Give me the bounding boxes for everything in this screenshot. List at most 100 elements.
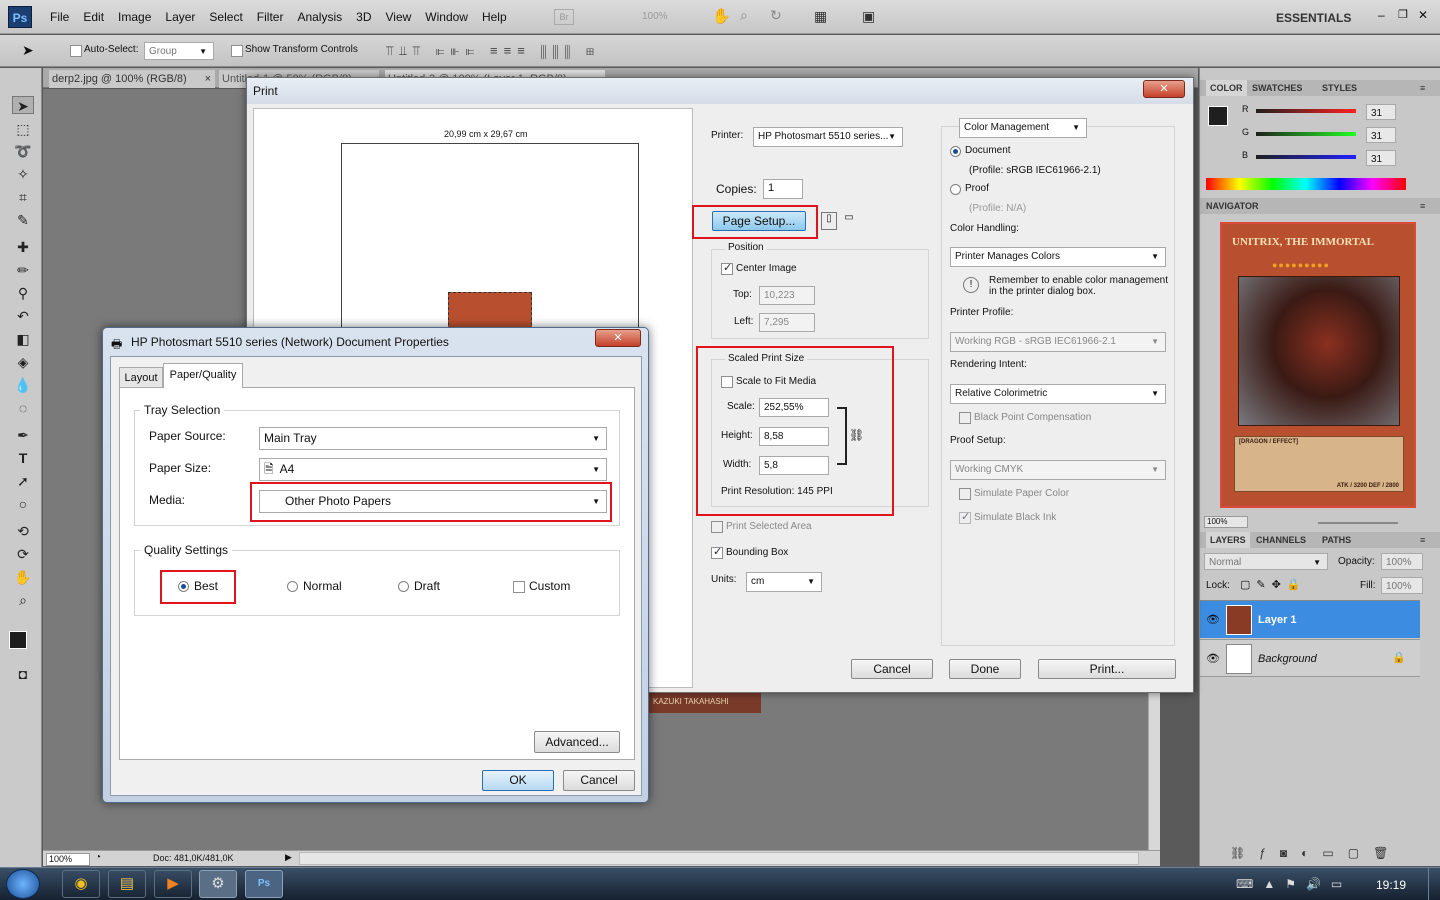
stamp-tool-icon[interactable]: ⚲ — [12, 284, 34, 302]
draft-radio[interactable] — [398, 581, 409, 592]
bridge-button[interactable]: Br — [554, 9, 574, 25]
menu-3d[interactable]: 3D — [356, 10, 371, 24]
navigator-zoom[interactable]: 100% — [1204, 516, 1248, 528]
zoom-tool-icon[interactable]: ⌕ — [12, 591, 34, 609]
panel-menu-icon[interactable]: ≡ — [1420, 80, 1425, 96]
close-icon[interactable]: ✕ — [1143, 80, 1185, 98]
tab-navigator[interactable]: NAVIGATOR — [1206, 198, 1259, 214]
bpc-checkbox[interactable] — [959, 412, 971, 424]
proof-setup-select[interactable]: Working CMYK ▼ — [950, 460, 1166, 480]
restore-icon[interactable]: ❐ — [1398, 8, 1408, 21]
opacity-value[interactable]: 100% — [1381, 553, 1423, 570]
layer-row-layer1[interactable]: 👁 Layer 1 — [1200, 600, 1420, 638]
media-player-icon[interactable]: ▶ — [154, 870, 192, 898]
b-slider[interactable] — [1256, 155, 1356, 159]
move-tool-icon[interactable]: ➤ — [22, 42, 34, 59]
menu-edit[interactable]: Edit — [83, 10, 104, 24]
shape-tool-icon[interactable]: ○ — [12, 495, 34, 513]
3d-orbit-icon[interactable]: ⟳ — [12, 545, 34, 563]
eye-icon[interactable]: 👁 — [1206, 652, 1220, 665]
r-slider[interactable] — [1256, 109, 1356, 113]
auto-select-checkbox[interactable] — [70, 45, 82, 57]
hand-icon[interactable]: ✋ — [712, 7, 731, 25]
center-image-checkbox[interactable] — [721, 261, 733, 275]
dodge-tool-icon[interactable]: ◌ — [12, 399, 34, 417]
paper-size-select[interactable]: 🗎 A4 ▼ — [259, 458, 607, 481]
healing-brush-icon[interactable]: ✚ — [12, 238, 34, 256]
best-radio[interactable] — [178, 581, 189, 592]
tab-layers[interactable]: LAYERS — [1206, 532, 1250, 548]
menu-view[interactable]: View — [385, 10, 411, 24]
color-spectrum[interactable] — [1206, 178, 1406, 190]
color-management-select[interactable]: Color Management ▼ — [959, 118, 1087, 138]
print-selected-checkbox[interactable] — [711, 521, 723, 533]
menu-image[interactable]: Image — [118, 10, 151, 24]
close-icon[interactable]: × — [205, 70, 211, 88]
show-transform-checkbox[interactable] — [231, 45, 243, 57]
bounding-box-checkbox[interactable] — [711, 545, 723, 559]
r-value[interactable]: 31 — [1366, 104, 1396, 120]
history-brush-icon[interactable]: ↶ — [12, 307, 34, 325]
ok-button[interactable]: OK — [482, 770, 554, 791]
bucket-tool-icon[interactable]: ◈ — [12, 353, 34, 371]
cancel-button[interactable]: Cancel — [851, 659, 933, 679]
paper-source-select[interactable]: Main Tray ▼ — [259, 427, 607, 450]
height-input[interactable]: 8,58 — [759, 427, 829, 446]
move-tool-icon[interactable]: ➤ — [12, 96, 34, 114]
advanced-button[interactable]: Advanced... — [534, 731, 620, 753]
lock-icons[interactable]: ▢✎✥🔒 — [1240, 578, 1307, 591]
link-icon[interactable]: ⛓ — [849, 428, 864, 442]
lasso-tool-icon[interactable]: ➰ — [12, 142, 34, 160]
start-button[interactable] — [6, 869, 40, 899]
menu-file[interactable]: File — [50, 10, 69, 24]
print-button[interactable]: Print... — [1038, 659, 1176, 679]
rotate-view-icon[interactable]: ↻ — [770, 7, 782, 24]
show-desktop-button[interactable] — [1428, 868, 1440, 900]
top-input[interactable]: 10,223 — [759, 286, 815, 305]
zoom-tool-icon[interactable]: ⌕ — [740, 7, 748, 24]
layer-row-background[interactable]: 👁 Background 🔒 — [1200, 639, 1420, 677]
ps-logo[interactable]: Ps — [8, 6, 32, 28]
props-cancel-button[interactable]: Cancel — [563, 770, 635, 791]
explorer-icon[interactable]: ▤ — [108, 870, 146, 898]
g-slider[interactable] — [1256, 132, 1356, 136]
blend-mode[interactable]: Normal ▼ — [1204, 553, 1328, 570]
magic-wand-icon[interactable]: ✧ — [12, 165, 34, 183]
panel-menu-icon[interactable]: ≡ — [1420, 532, 1425, 548]
panel-menu-icon[interactable]: ≡ — [1420, 198, 1425, 214]
menu-help[interactable]: Help — [482, 10, 507, 24]
eyedropper-icon[interactable]: ✎ — [12, 211, 34, 229]
path-select-icon[interactable]: ➚ — [12, 472, 34, 490]
menu-analysis[interactable]: Analysis — [297, 10, 342, 24]
close-app-icon[interactable]: ✕ — [1418, 8, 1428, 22]
navigator-slider[interactable] — [1318, 522, 1398, 524]
menu-filter[interactable]: Filter — [257, 10, 284, 24]
photoshop-taskbar-icon[interactable]: Ps — [245, 870, 283, 898]
arrange-docs-icon[interactable]: ▦ — [814, 8, 827, 25]
quick-mask-icon[interactable]: ◘ — [12, 665, 34, 683]
3d-rotate-icon[interactable]: ⟲ — [12, 522, 34, 540]
minimize-icon[interactable]: – — [1378, 8, 1385, 22]
page-setup-button[interactable]: Page Setup... — [712, 211, 806, 231]
done-button[interactable]: Done — [949, 659, 1021, 679]
hand-tool-icon[interactable]: ✋ — [12, 568, 34, 586]
normal-radio[interactable] — [287, 581, 298, 592]
screen-mode-icon[interactable]: ▣ — [862, 8, 875, 25]
tray-icons[interactable]: ⌨▲⚑🔊▭ — [1236, 877, 1352, 891]
workspace-switcher[interactable]: ESSENTIALS — [1276, 11, 1351, 25]
close-icon[interactable]: ✕ — [595, 329, 641, 347]
document-radio[interactable] — [950, 146, 961, 157]
steam-icon[interactable]: ⚙ — [199, 870, 237, 898]
proof-radio[interactable] — [950, 184, 961, 195]
units-select[interactable]: cm ▼ — [746, 572, 822, 592]
custom-checkbox[interactable] — [513, 581, 525, 593]
tab-derp2[interactable]: derp2.jpg @ 100% (RGB/8) × — [49, 70, 215, 88]
scale-fit-checkbox[interactable] — [721, 376, 733, 388]
b-value[interactable]: 31 — [1366, 150, 1396, 166]
tab-color[interactable]: COLOR — [1206, 80, 1247, 96]
scale-input[interactable]: 252,55% — [759, 398, 829, 417]
brush-tool-icon[interactable]: ✏ — [12, 261, 34, 279]
fill-value[interactable]: 100% — [1381, 577, 1423, 594]
menu-window[interactable]: Window — [425, 10, 468, 24]
eraser-tool-icon[interactable]: ◧ — [12, 330, 34, 348]
